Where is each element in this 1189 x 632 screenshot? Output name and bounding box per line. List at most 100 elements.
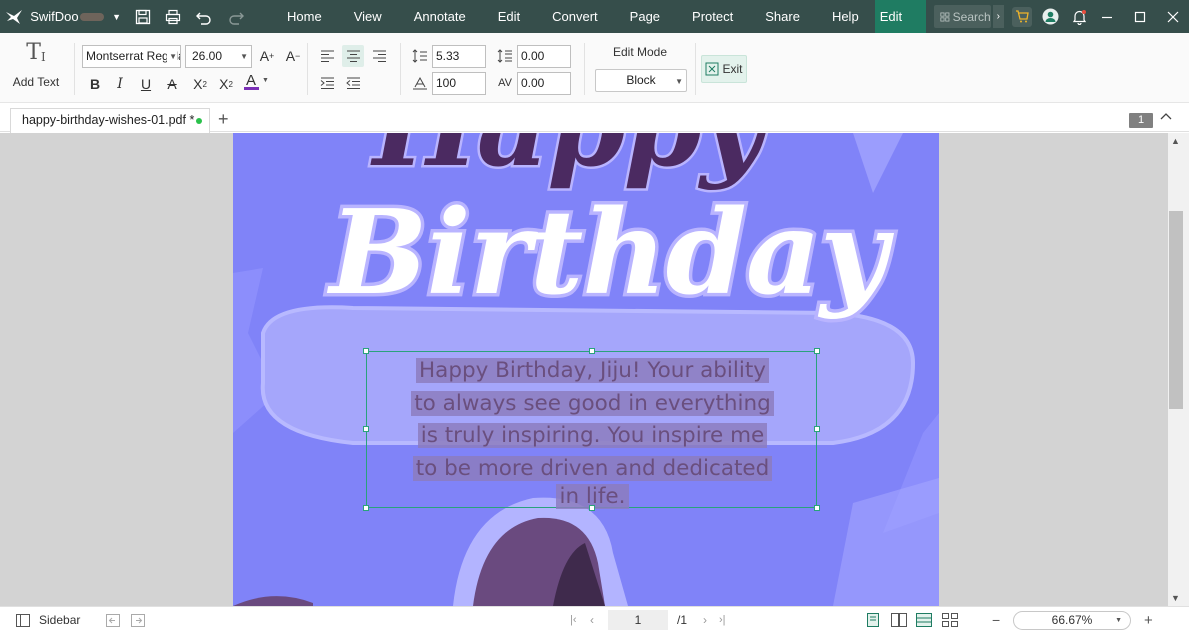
grid-view-icon[interactable] — [942, 607, 958, 632]
align-right-icon[interactable] — [368, 45, 390, 67]
menu-help[interactable]: Help — [816, 0, 875, 33]
resize-handle[interactable] — [363, 348, 369, 354]
text-line: to always see good in everything — [411, 390, 774, 416]
menu-home[interactable]: Home — [271, 0, 338, 33]
decrease-font-size-icon[interactable]: A − — [282, 45, 304, 67]
search-expand-icon[interactable]: › — [992, 5, 1004, 28]
italic-icon[interactable]: I — [109, 73, 131, 95]
divider — [400, 43, 401, 95]
user-avatar-icon[interactable] — [1041, 7, 1061, 27]
vertical-scrollbar[interactable]: ▲ ▼ — [1168, 133, 1189, 606]
sidebar-toggle[interactable]: Sidebar — [16, 607, 80, 632]
edit-mode-label: Edit Mode — [613, 45, 668, 59]
text-color-icon[interactable]: A — [240, 71, 262, 93]
underline-icon[interactable]: U — [135, 73, 157, 95]
zoom-value: 66.67% — [1051, 612, 1093, 627]
resize-handle[interactable] — [814, 505, 820, 511]
increase-font-size-icon[interactable]: A + — [256, 45, 278, 67]
scroll-down-icon[interactable]: ▼ — [1171, 593, 1180, 603]
selected-text-box[interactable]: Happy Birthday, Jiju! Your ability to al… — [363, 348, 820, 511]
collapse-ribbon-icon[interactable] — [1160, 111, 1172, 123]
add-text-label: Add Text — [12, 75, 60, 89]
cart-icon[interactable] — [1011, 6, 1032, 27]
total-pages: /1 — [677, 613, 688, 627]
document-tab[interactable]: happy-birthday-wishes-01.pdf * — [10, 108, 210, 133]
pdf-page[interactable]: Happy Birthday Happy Birthday, Jiju! You… — [233, 133, 939, 606]
menu-edit[interactable]: Edit — [482, 0, 536, 33]
chevron-down-icon: ▼ — [1115, 616, 1122, 624]
print-icon[interactable] — [165, 9, 181, 25]
menu-edit-format[interactable]: Edit Format — [874, 0, 926, 57]
zoom-select[interactable]: 66.67% ▼ — [1013, 610, 1131, 630]
resize-handle[interactable] — [363, 505, 369, 511]
two-page-view-icon[interactable] — [891, 607, 907, 632]
subscript-icon[interactable]: X2 — [215, 73, 237, 95]
edit-mode-value: Block — [626, 73, 656, 87]
align-left-icon[interactable] — [316, 45, 338, 67]
exit-edit-button[interactable]: Exit — [701, 55, 747, 83]
strikethrough-icon[interactable]: A — [161, 73, 183, 95]
last-page-icon[interactable]: ›| — [719, 607, 726, 632]
back-icon[interactable] — [106, 607, 120, 632]
resize-handle[interactable] — [814, 426, 820, 432]
menu-page[interactable]: Page — [614, 0, 676, 33]
resize-handle[interactable] — [589, 348, 595, 354]
app-menu-caret-icon[interactable]: ▼ — [112, 12, 121, 22]
close-icon[interactable] — [1156, 0, 1189, 33]
text-line: is truly inspiring. You inspire me — [417, 423, 768, 448]
minimize-icon[interactable] — [1090, 0, 1123, 33]
resize-handle[interactable] — [589, 505, 595, 511]
bold-icon[interactable]: B — [84, 73, 106, 95]
menu-view[interactable]: View — [338, 0, 398, 33]
font-family-select[interactable]: Montserrat Regular ▼ — [82, 45, 181, 68]
menu-annotate[interactable]: Annotate — [398, 0, 482, 33]
undo-icon[interactable] — [195, 9, 213, 25]
line-spacing-input[interactable]: 5.33 — [432, 45, 486, 68]
indent-increase-icon[interactable] — [316, 72, 338, 94]
paragraph-spacing-input[interactable]: 0.00 — [517, 45, 571, 68]
zoom-out-icon[interactable]: − — [992, 607, 1000, 632]
document-tab-title: happy-birthday-wishes-01.pdf * — [22, 113, 195, 127]
app-name-blur — [79, 12, 105, 21]
continuous-view-icon[interactable] — [916, 607, 932, 632]
text-scale-input[interactable]: 100 — [432, 72, 486, 95]
single-page-view-icon[interactable] — [866, 607, 880, 632]
status-bar: Sidebar |‹ ‹ 1 /1 › ›| − 66.67% ▼ + — [0, 606, 1189, 632]
character-spacing-input[interactable]: 0.00 — [517, 72, 571, 95]
chevron-down-icon[interactable]: ▼ — [262, 77, 269, 84]
resize-handle[interactable] — [814, 348, 820, 354]
save-icon[interactable] — [135, 9, 151, 25]
scrollbar-thumb[interactable] — [1169, 211, 1183, 409]
search-placeholder: Search — [952, 9, 991, 24]
add-text-icon: TI — [26, 40, 46, 65]
edit-mode-select[interactable]: Block ▼ — [595, 69, 687, 92]
page-number-input[interactable]: 1 — [608, 610, 668, 630]
next-page-icon[interactable]: › — [703, 607, 707, 632]
menu-convert[interactable]: Convert — [536, 0, 614, 33]
notification-bell-icon[interactable] — [1070, 7, 1090, 27]
align-center-icon[interactable] — [342, 45, 364, 67]
menu-share[interactable]: Share — [749, 0, 816, 33]
search-input[interactable]: Search — [933, 5, 991, 28]
indent-decrease-icon[interactable] — [342, 72, 364, 94]
exit-icon — [705, 62, 719, 76]
redo-icon[interactable] — [227, 9, 245, 25]
zoom-in-icon[interactable]: + — [1144, 607, 1153, 632]
document-viewport[interactable]: Happy Birthday Happy Birthday, Jiju! You… — [0, 133, 1168, 606]
scroll-up-icon[interactable]: ▲ — [1171, 136, 1180, 146]
menu-protect[interactable]: Protect — [676, 0, 749, 33]
text-block-content[interactable]: Happy Birthday, Jiju! Your ability to al… — [367, 355, 818, 509]
first-page-icon[interactable]: |‹ — [570, 607, 577, 632]
font-size-select[interactable]: 26.00 ▼ — [185, 45, 252, 68]
forward-icon[interactable] — [131, 607, 145, 632]
title-menu-bar: SwifDoo ▼ Home View Annotate Edit Conver… — [0, 0, 1189, 57]
maximize-icon[interactable] — [1123, 0, 1156, 33]
superscript-icon[interactable]: X2 — [189, 73, 211, 95]
add-text-button[interactable]: TI Add Text — [8, 39, 64, 89]
chevron-down-icon: ▼ — [675, 77, 683, 86]
new-tab-icon[interactable]: + — [218, 109, 229, 129]
resize-handle[interactable] — [363, 426, 369, 432]
previous-page-icon[interactable]: ‹ — [590, 607, 594, 632]
sidebar-label: Sidebar — [39, 613, 81, 627]
line-spacing-icon — [409, 45, 431, 67]
